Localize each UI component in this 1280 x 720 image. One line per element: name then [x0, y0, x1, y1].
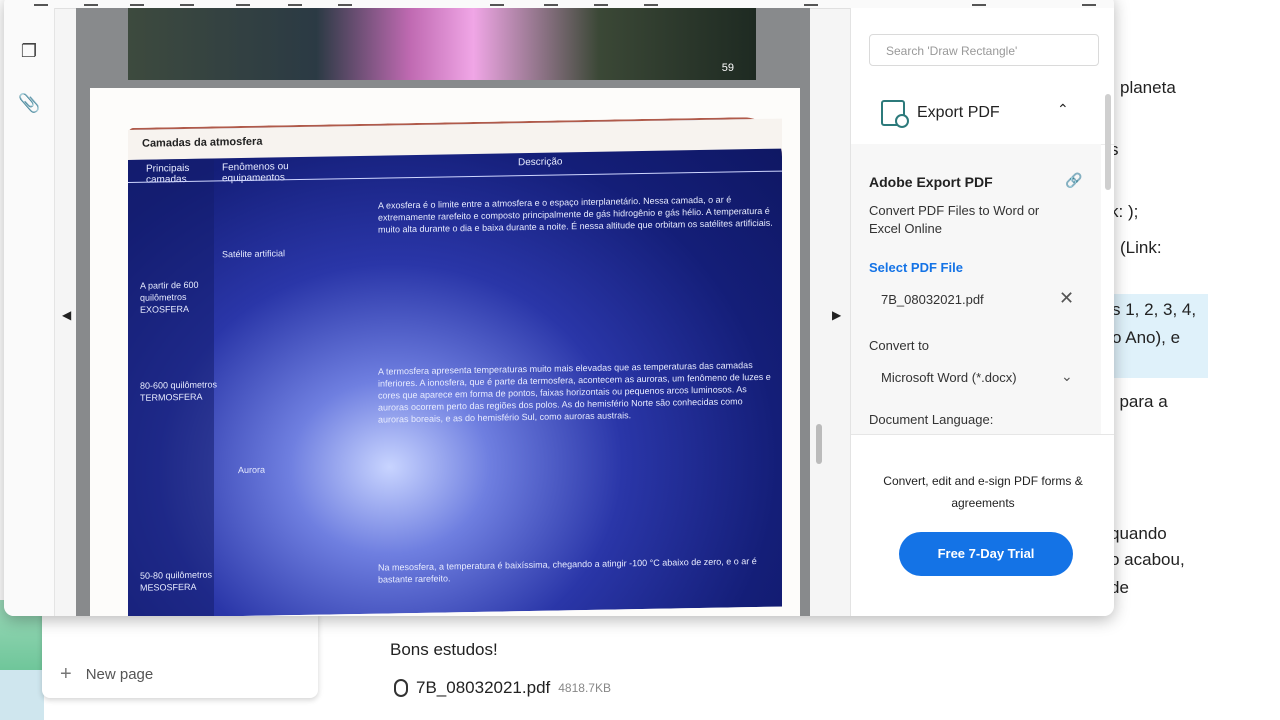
- background-text-line: Bons estudos!: [390, 640, 498, 659]
- print-icon[interactable]: [288, 0, 302, 6]
- background-text-line: quando: [1110, 524, 1167, 543]
- scan-description: Na mesosfera, a temperatura é baixíssima…: [378, 556, 757, 585]
- chart-icon[interactable]: [804, 0, 818, 6]
- new-page-button[interactable]: + New page: [60, 664, 153, 684]
- free-trial-button[interactable]: Free 7-Day Trial: [899, 532, 1073, 576]
- more-icon[interactable]: [1082, 0, 1096, 6]
- attachment-icon[interactable]: 📎: [18, 92, 40, 114]
- tool-search-input[interactable]: Search 'Draw Rectangle': [869, 34, 1099, 66]
- share-icon[interactable]: [338, 0, 352, 6]
- convert-to-label: Convert to: [869, 338, 929, 353]
- attachment-link[interactable]: 7B_08032021.pdf 4818.7KB: [394, 678, 611, 698]
- splitter-handle[interactable]: [816, 424, 822, 464]
- export-pdf-header[interactable]: Export PDF: [881, 100, 1000, 128]
- document-language-label: Document Language:: [869, 412, 994, 427]
- zoom-in-icon[interactable]: [644, 0, 658, 6]
- chevron-up-icon[interactable]: ⌃: [1057, 101, 1069, 118]
- scan-header-description: Descrição: [518, 156, 563, 169]
- new-page-label: New page: [85, 665, 154, 683]
- page-number: 59: [721, 62, 734, 74]
- pdf-page: Camadas da atmosfera Principais camadas …: [90, 88, 800, 616]
- attachment-name: 7B_08032021.pdf: [416, 678, 551, 697]
- pages-panel: [42, 612, 318, 698]
- tools-panel: Search 'Draw Rectangle' Export PDF ⌃ Ado…: [850, 8, 1114, 616]
- export-pdf-icon: [881, 100, 909, 128]
- export-pdf-title: Export PDF: [917, 104, 1000, 121]
- zoom-out-icon[interactable]: [594, 0, 608, 6]
- selected-file-name: 7B_08032021.pdf: [881, 292, 984, 307]
- menu-icon[interactable]: [34, 0, 48, 6]
- background-text-line: , para a: [1110, 392, 1168, 411]
- scan-layer-label: 80-600 quilômetros TERMOSFERA: [140, 379, 218, 403]
- attachment-size: 4818.7KB: [558, 681, 611, 695]
- select-icon[interactable]: [490, 0, 504, 6]
- chevron-down-icon[interactable]: ⌄: [1061, 368, 1073, 385]
- comment-icon[interactable]: [180, 0, 194, 6]
- convert-format-select[interactable]: Microsoft Word (*.docx): [881, 370, 1017, 385]
- close-icon[interactable]: ✕: [1059, 288, 1074, 309]
- scan-item-label: Aurora: [238, 464, 266, 476]
- bookmark-icon[interactable]: [84, 0, 98, 6]
- background-left-strip: [0, 600, 44, 720]
- scan-item-label: Satélite artificial: [222, 248, 286, 260]
- search-icon[interactable]: [236, 0, 250, 6]
- previous-page-photo: 59: [128, 8, 756, 80]
- scanned-table-image: Camadas da atmosfera Principais camadas …: [128, 116, 782, 616]
- scan-title: Camadas da atmosfera: [142, 135, 263, 150]
- scan-description: A exosfera é o limite entre a atmosfera …: [378, 194, 773, 235]
- background-text-line: (Link:: [1120, 238, 1162, 257]
- background-text-line: k: );: [1110, 202, 1139, 221]
- user-icon[interactable]: [972, 0, 986, 6]
- pages-icon[interactable]: ❐: [18, 40, 40, 62]
- background-text-line: s 1, 2, 3, 4,: [1112, 300, 1197, 319]
- adobe-export-title: Adobe Export PDF: [869, 174, 993, 190]
- scan-description: A termosfera apresenta temperaturas muit…: [378, 360, 771, 425]
- acrobat-window: ❐ 📎 ◀ 59 Camadas da atmosfera Principais…: [4, 0, 1114, 616]
- plus-icon: +: [60, 663, 72, 685]
- hand-icon[interactable]: [544, 0, 558, 6]
- collapse-left-arrow-icon[interactable]: ◀: [62, 308, 71, 322]
- select-pdf-file-link[interactable]: Select PDF File: [869, 260, 963, 275]
- background-text-line: planeta: [1120, 78, 1176, 97]
- document-viewport[interactable]: 59 Camadas da atmosfera Principais camad…: [76, 8, 810, 616]
- background-text-line: o acabou,: [1110, 550, 1185, 569]
- left-rail: ❐ 📎: [4, 8, 55, 616]
- panel-scrollbar[interactable]: [1105, 94, 1111, 190]
- scan-layer-label: A partir de 600 quilômetros EXOSFERA: [140, 279, 199, 315]
- background-text-line: o Ano), e: [1112, 328, 1181, 347]
- export-pdf-body: Adobe Export PDF 🔗 Convert PDF Files to …: [851, 144, 1101, 434]
- collapse-right-arrow-icon[interactable]: ▶: [832, 308, 841, 322]
- export-description: Convert PDF Files to Word or Excel Onlin…: [869, 203, 1040, 236]
- scan-layer-label: 50-80 quilômetros MESOSFERA: [140, 569, 213, 593]
- search-placeholder: Search 'Draw Rectangle': [886, 44, 1018, 58]
- paperclip-icon: [394, 679, 408, 697]
- add-icon[interactable]: [130, 0, 144, 6]
- promo-text: Convert, edit and e-sign PDF forms & agr…: [883, 474, 1083, 510]
- link-icon[interactable]: 🔗: [1065, 172, 1082, 189]
